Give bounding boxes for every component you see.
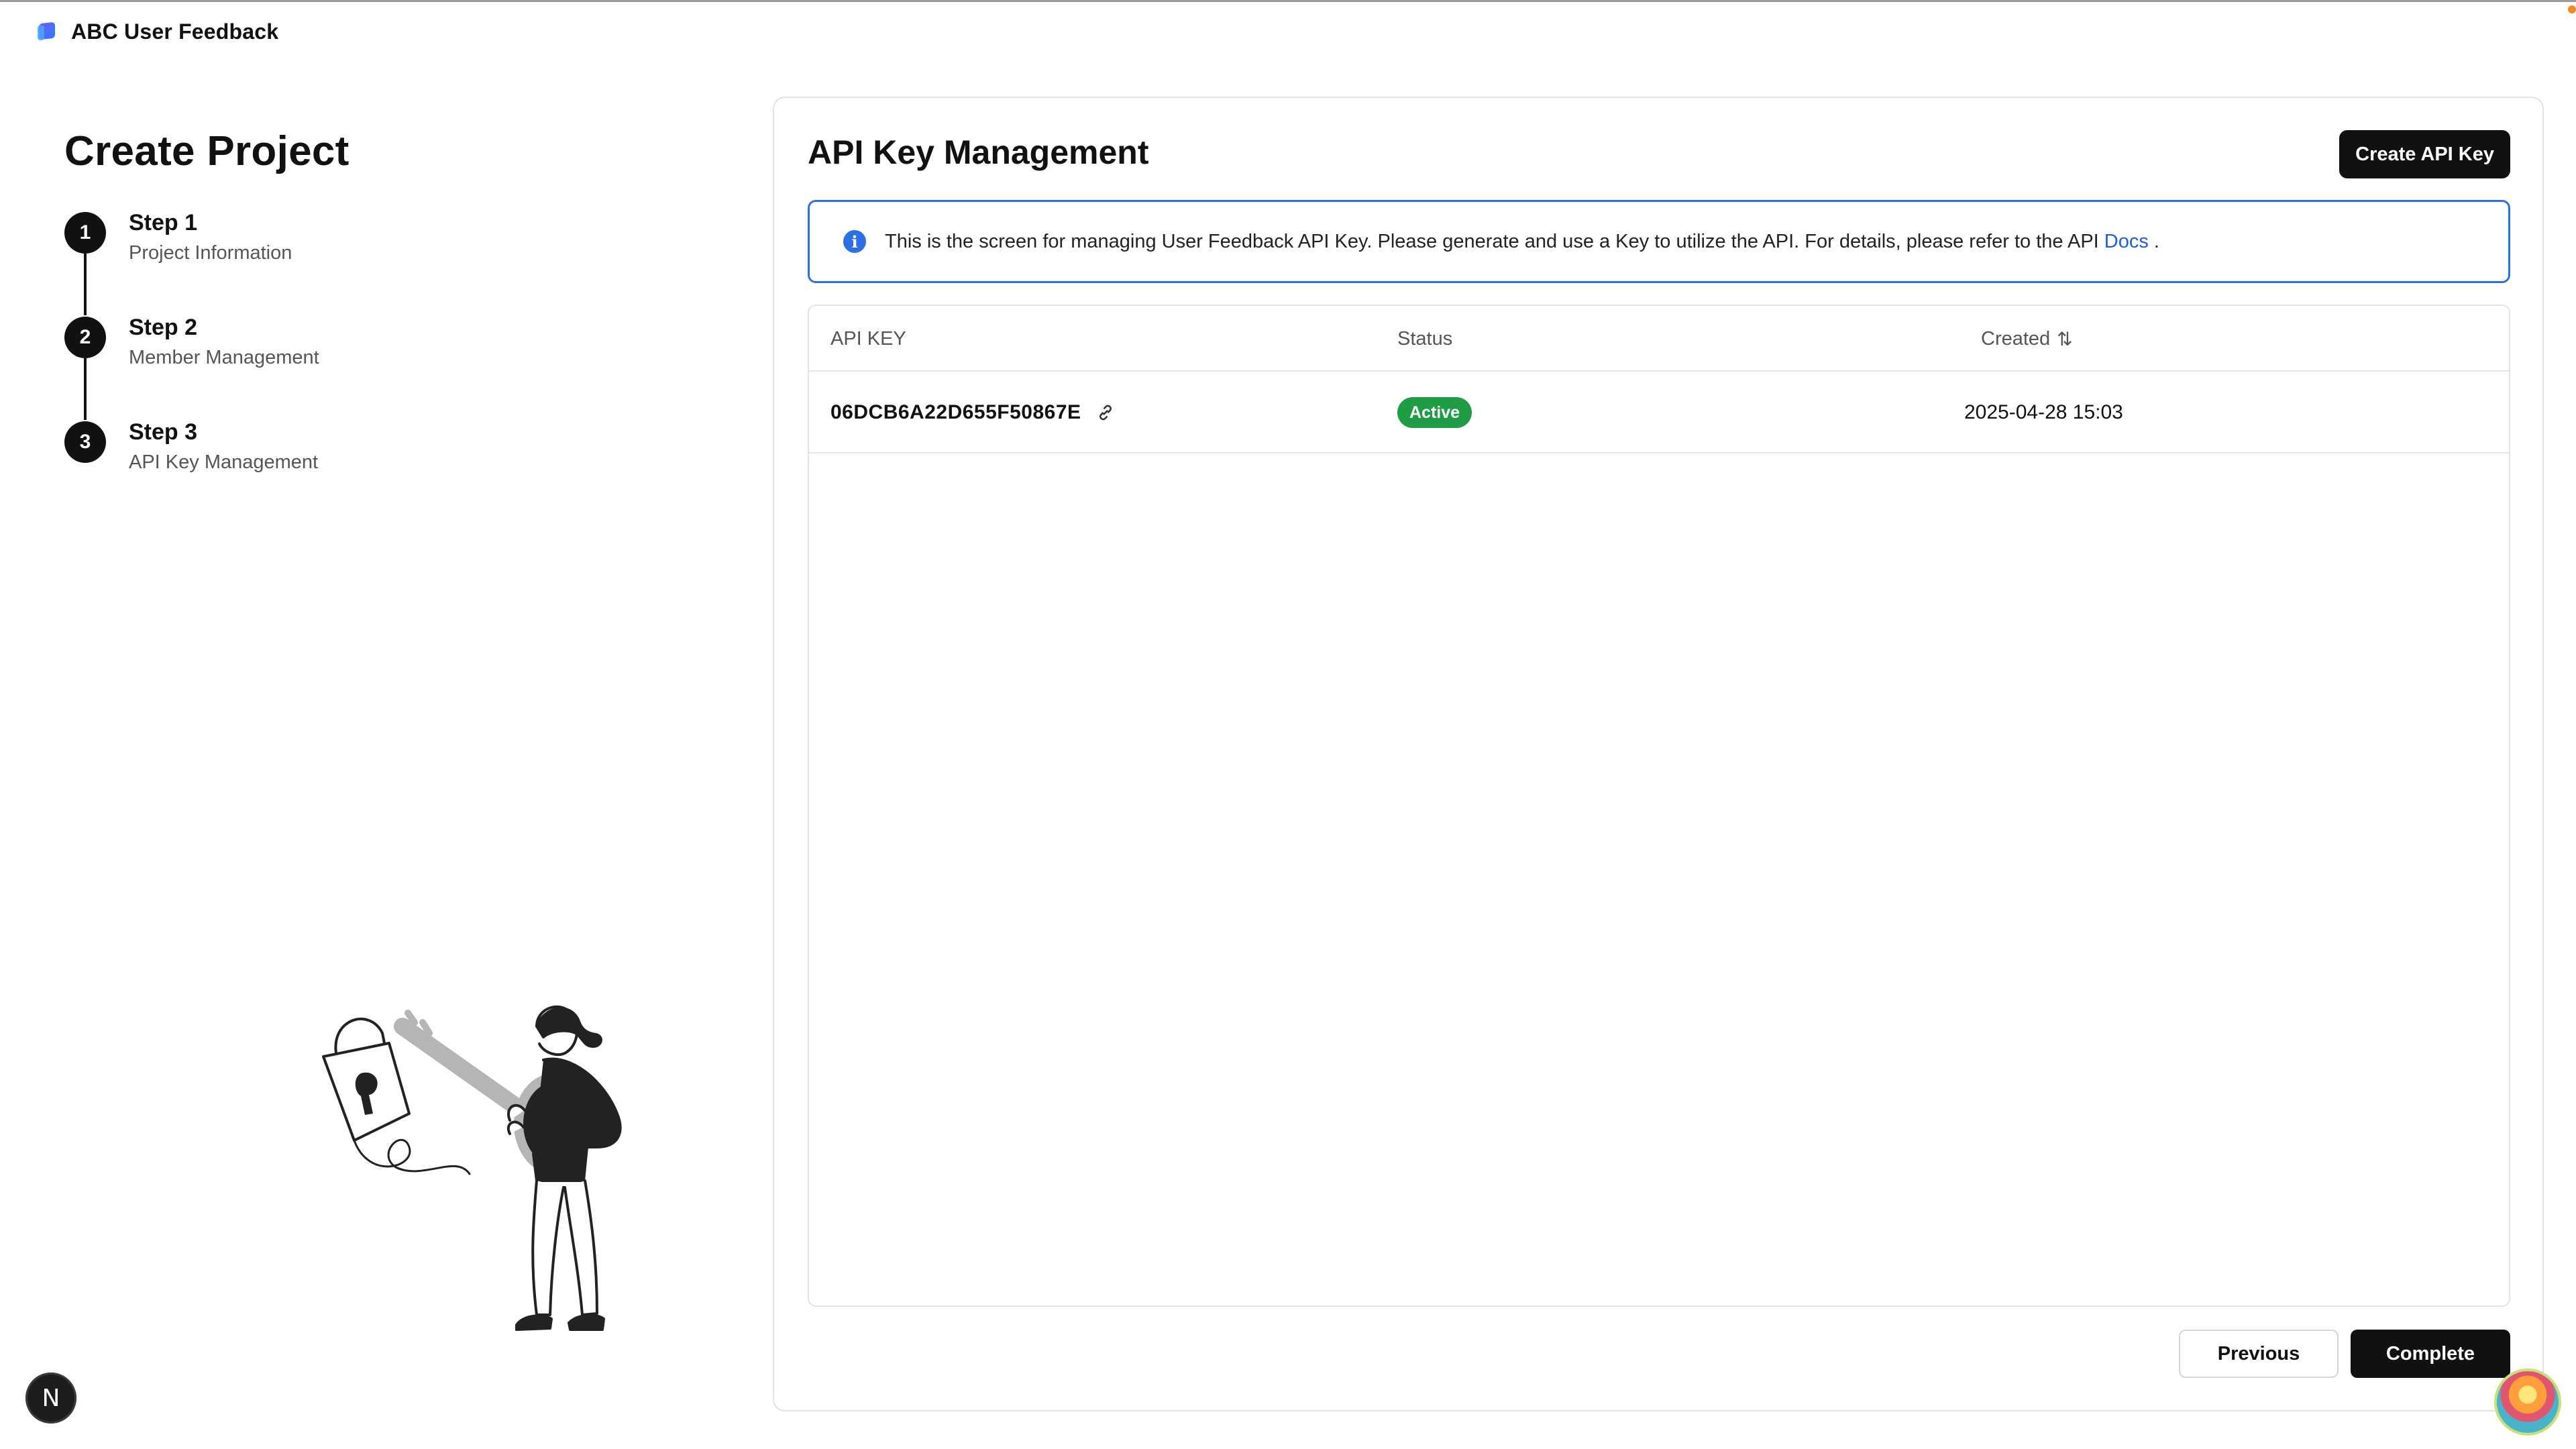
- step-subtitle: Project Information: [129, 241, 292, 264]
- step-3: 3 Step 3 API Key Management: [64, 419, 319, 523]
- info-icon: i: [843, 230, 866, 253]
- stepper: 1 Step 1 Project Information 2 Step 2 Me…: [64, 209, 319, 523]
- step-connector: [84, 254, 87, 315]
- docs-link[interactable]: Docs: [2104, 231, 2149, 253]
- status-badge: Active: [1397, 397, 1472, 428]
- api-key-value: 06DCB6A22D655F50867E: [830, 401, 1081, 423]
- step-1: 1 Step 1 Project Information: [64, 209, 319, 315]
- column-created[interactable]: Created ⇅: [1981, 306, 2073, 372]
- link-icon[interactable]: [1096, 403, 1115, 422]
- step-subtitle: API Key Management: [129, 451, 319, 473]
- step-number: 2: [64, 317, 106, 358]
- api-key-table: API KEY Status Created ⇅ 06DCB6A22D655F5…: [808, 305, 2510, 1307]
- top-border: [0, 0, 2576, 2]
- key-lock-illustration: [322, 1005, 622, 1331]
- app-title[interactable]: ABC User Feedback: [71, 19, 278, 44]
- step-number: 1: [64, 212, 106, 254]
- column-status: Status: [1397, 327, 1453, 350]
- app-header: ABC User Feedback: [38, 17, 278, 46]
- table-header: API KEY Status Created ⇅: [809, 306, 2509, 372]
- step-title: Step 2: [129, 315, 198, 340]
- app-logo-icon: [38, 21, 58, 42]
- page-title: Create Project: [64, 128, 350, 174]
- sort-icon[interactable]: ⇅: [2057, 328, 2072, 350]
- assistant-avatar[interactable]: [2494, 1368, 2561, 1436]
- step-title: Step 3: [129, 419, 198, 445]
- api-key-card: API Key Management Create API Key i This…: [773, 97, 2544, 1411]
- info-banner: i This is the screen for managing User F…: [808, 200, 2510, 283]
- card-title: API Key Management: [808, 133, 1149, 171]
- api-key-cell: 06DCB6A22D655F50867E: [830, 372, 1115, 453]
- column-api-key: API KEY: [830, 327, 906, 350]
- app-root: ABC User Feedback Create Project 1 Step …: [0, 0, 2576, 1449]
- status-cell: Active: [1397, 372, 1472, 453]
- info-suffix: .: [2153, 230, 2159, 252]
- step-title: Step 1: [129, 210, 198, 235]
- complete-button[interactable]: Complete: [2351, 1330, 2510, 1378]
- step-2: 2 Step 2 Member Management: [64, 314, 319, 420]
- create-api-key-button[interactable]: Create API Key: [2339, 130, 2510, 178]
- column-created-label: Created: [1981, 327, 2051, 350]
- previous-button[interactable]: Previous: [2179, 1330, 2339, 1378]
- step-subtitle: Member Management: [129, 346, 319, 368]
- table-row[interactable]: 06DCB6A22D655F50867E Active 2025-04-28 1…: [809, 372, 2509, 453]
- info-text: This is the screen for managing User Fee…: [885, 230, 2099, 252]
- nextjs-n-icon[interactable]: N: [25, 1373, 76, 1424]
- created-cell: 2025-04-28 15:03: [1964, 401, 2123, 423]
- notification-dot: [2568, 5, 2576, 13]
- step-connector: [84, 358, 87, 420]
- step-number: 3: [64, 421, 106, 463]
